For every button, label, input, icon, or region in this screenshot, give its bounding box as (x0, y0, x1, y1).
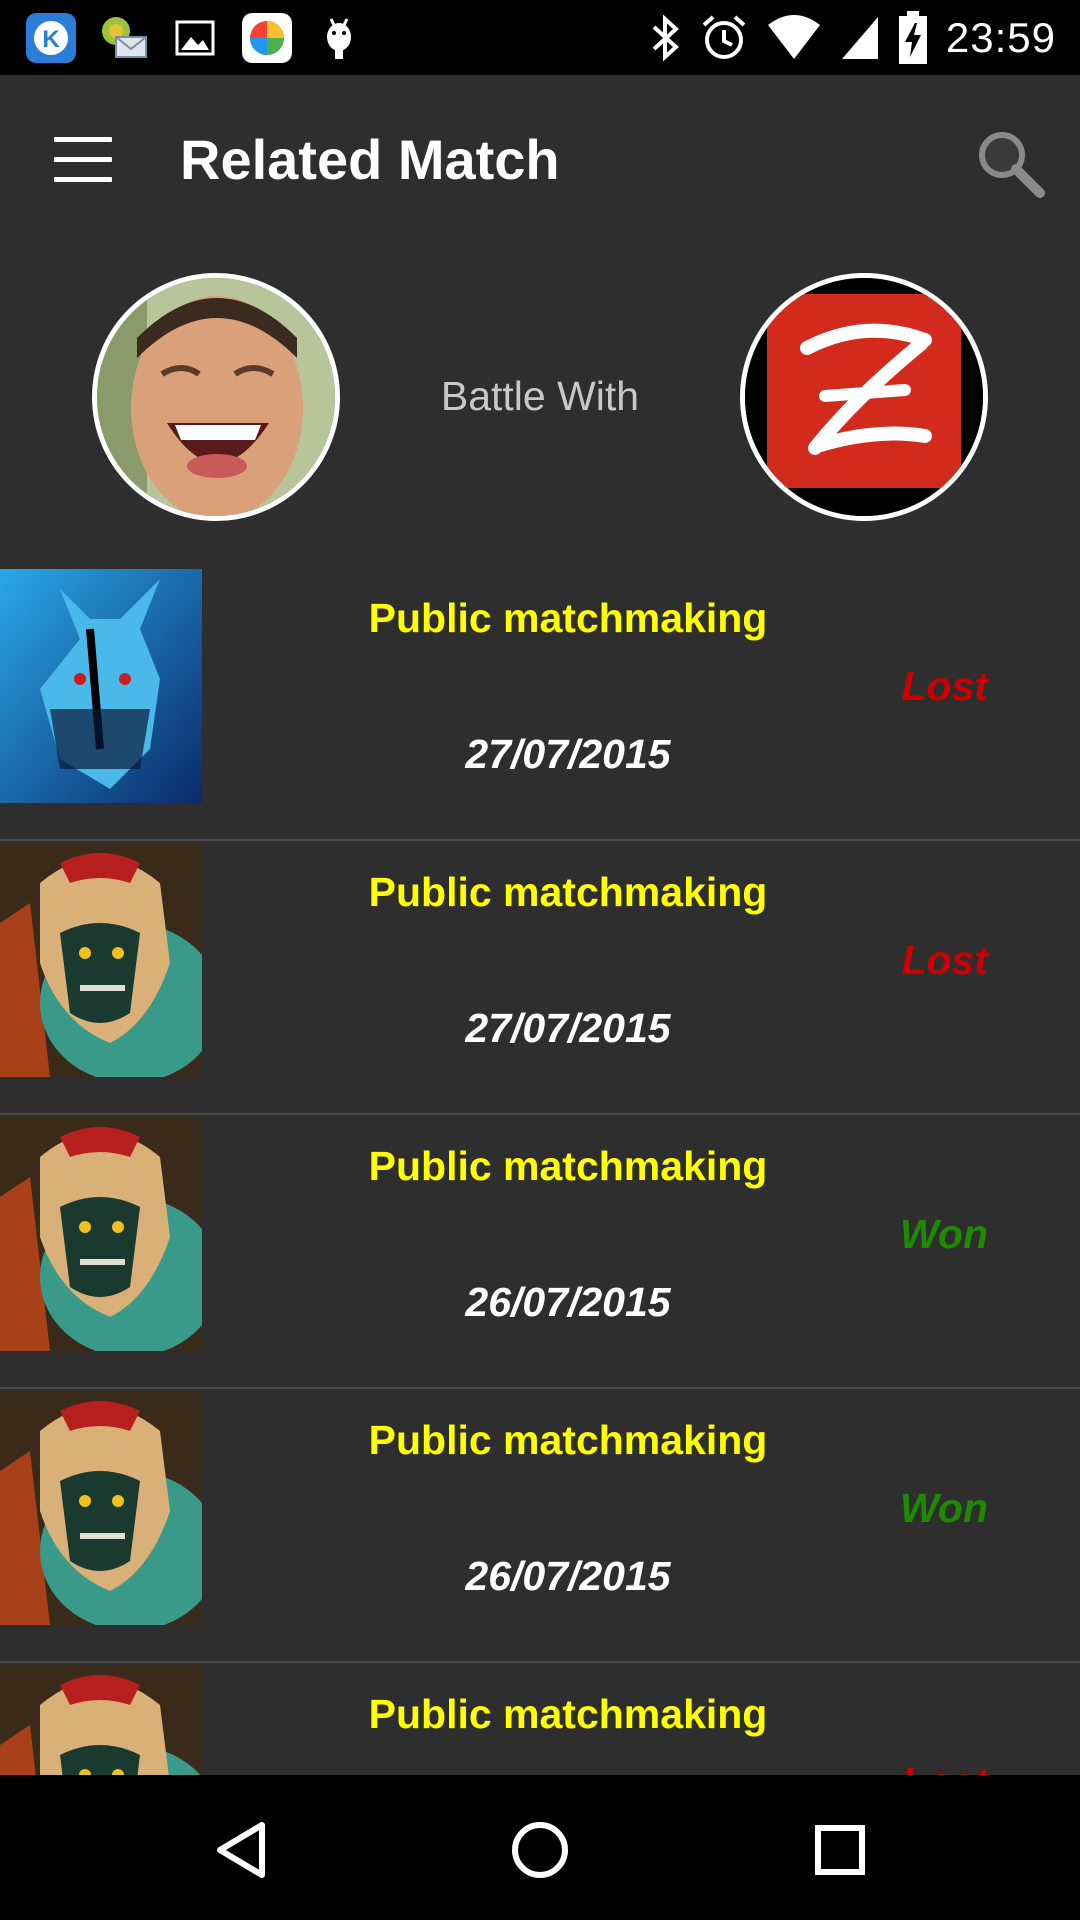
player-avatar[interactable] (92, 273, 340, 521)
navigation-bar (0, 1775, 1080, 1920)
match-date: 27/07/2015 (465, 1005, 671, 1051)
notification-icons: K (26, 10, 364, 66)
match-type: Public matchmaking (368, 1691, 768, 1737)
wifi-icon (767, 15, 820, 59)
back-icon[interactable] (196, 1805, 286, 1895)
clock: 23:59 (945, 14, 1056, 61)
match-date: 27/07/2015 (465, 731, 671, 777)
bluetooth-icon (652, 14, 679, 62)
match-row[interactable]: Public matchmaking Lost 27/07/2015 (0, 567, 1080, 841)
match-result: Lost (901, 937, 988, 983)
hero-portrait (0, 1391, 202, 1625)
match-date: 26/07/2015 (465, 1553, 671, 1599)
k-app-icon: K (26, 13, 76, 63)
opponent-avatar[interactable] (740, 273, 988, 521)
match-row[interactable]: Public matchmaking Won 26/07/2015 (0, 1115, 1080, 1389)
match-result: Lost (901, 663, 988, 709)
signal-icon (841, 17, 878, 59)
hero-portrait (0, 1665, 202, 1775)
menu-button[interactable] (54, 137, 112, 183)
match-row[interactable]: Public matchmaking Lost (0, 1663, 1080, 1775)
match-type: Public matchmaking (368, 869, 768, 915)
z-logo-image (745, 278, 983, 516)
menu-icon (54, 137, 112, 142)
browser-icon (242, 13, 292, 63)
android-icon (327, 18, 351, 59)
hooded-hero-image (0, 843, 202, 1077)
hooded-hero-image (0, 1117, 202, 1351)
hero-portrait (0, 843, 202, 1077)
battle-header: Battle With (0, 247, 1080, 567)
match-result: Won (899, 1211, 988, 1257)
match-type: Public matchmaking (368, 595, 768, 641)
battery-charging-icon (898, 11, 927, 64)
mail-icon (102, 17, 147, 58)
home-icon[interactable] (495, 1805, 585, 1895)
app-bar: Related Match (0, 75, 1080, 247)
search-icon[interactable] (970, 123, 1050, 203)
page-title: Related Match (180, 128, 560, 191)
gallery-icon (175, 20, 215, 56)
match-row[interactable]: Public matchmaking Won 26/07/2015 (0, 1389, 1080, 1663)
system-icons: 23:59 (648, 10, 1056, 66)
laughing-face-image (97, 278, 335, 516)
match-type: Public matchmaking (368, 1143, 768, 1189)
blue-hero-image (0, 569, 202, 803)
hooded-hero-image (0, 1391, 202, 1625)
svg-text:K: K (42, 26, 60, 53)
hooded-hero-image (0, 1665, 202, 1775)
match-date: 26/07/2015 (465, 1279, 671, 1325)
match-type: Public matchmaking (368, 1417, 768, 1463)
recents-icon[interactable] (795, 1805, 885, 1895)
battle-with-label: Battle With (440, 373, 640, 419)
match-result: Won (899, 1485, 988, 1531)
alarm-icon (702, 15, 746, 59)
status-bar: K 23:59 (0, 0, 1080, 75)
match-row[interactable]: Public matchmaking Lost 27/07/2015 (0, 841, 1080, 1115)
hero-portrait (0, 569, 202, 803)
match-list[interactable]: Public matchmaking Lost 27/07/2015 Publi… (0, 567, 1080, 1775)
hero-portrait (0, 1117, 202, 1351)
match-result: Lost (901, 1759, 988, 1775)
